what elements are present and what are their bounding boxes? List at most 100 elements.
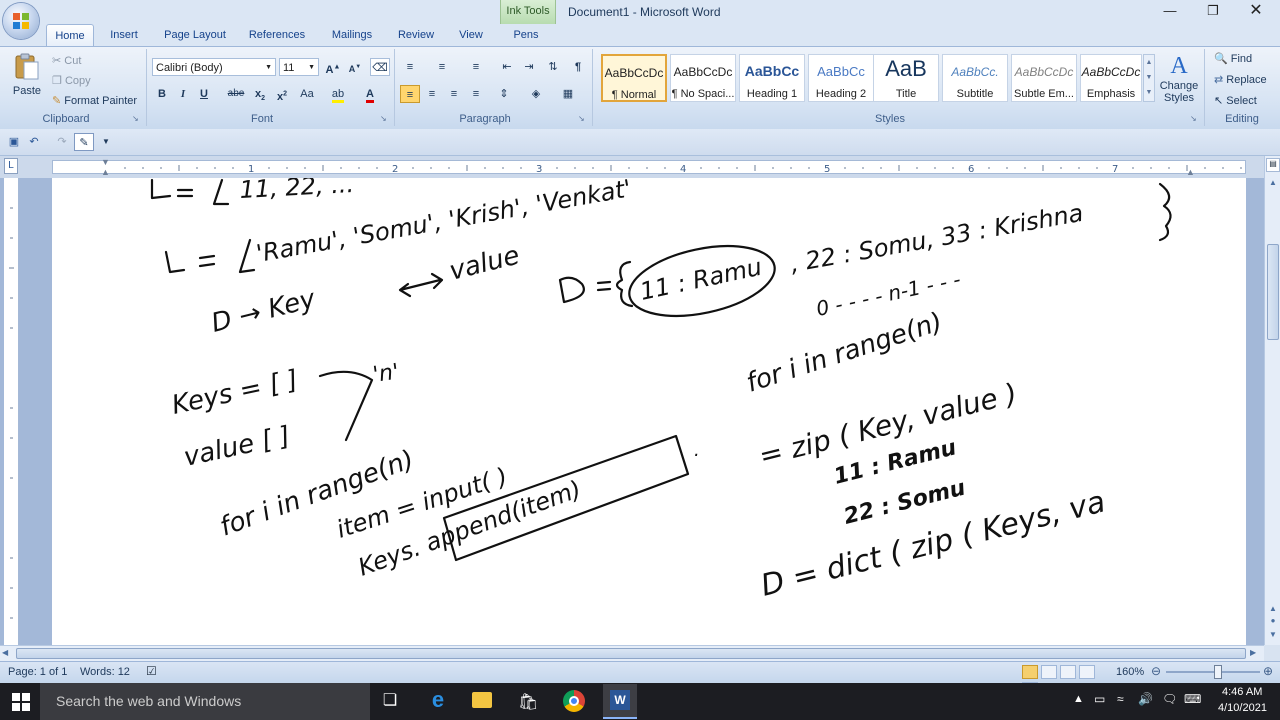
scroll-left-icon[interactable]: ◀: [2, 648, 14, 660]
multilevel-list-button[interactable]: ≡: [466, 58, 486, 76]
zoom-slider-thumb[interactable]: [1214, 665, 1222, 679]
strikethrough-button[interactable]: abe: [226, 85, 246, 103]
cut-button[interactable]: ✂ Cut: [52, 54, 81, 67]
tab-review[interactable]: Review: [392, 24, 440, 46]
style-heading-2[interactable]: AaBbCc Heading 2: [808, 54, 874, 102]
file-explorer-icon[interactable]: [472, 692, 492, 708]
format-painter-button[interactable]: ✎ Format Painter: [52, 94, 137, 107]
clear-formatting-button[interactable]: ⌫: [370, 58, 390, 76]
tab-page-layout[interactable]: Page Layout: [160, 24, 230, 46]
scroll-right-icon[interactable]: ▶: [1250, 648, 1262, 660]
style-subtitle[interactable]: AaBbCc. Subtitle: [942, 54, 1008, 102]
wifi-icon[interactable]: ≈: [1117, 692, 1124, 706]
tab-selector[interactable]: L: [4, 158, 18, 174]
paragraph-dialog-launcher-icon[interactable]: ↘: [578, 114, 585, 123]
undo-button[interactable]: ↶: [24, 133, 44, 151]
edge-icon[interactable]: e: [427, 689, 449, 712]
find-button[interactable]: 🔍 Find: [1214, 52, 1252, 65]
scroll-up-icon[interactable]: ▲: [1266, 178, 1280, 190]
increase-indent-button[interactable]: ⇥: [519, 58, 539, 76]
superscript-button[interactable]: x2: [272, 85, 292, 103]
browse-object-icon[interactable]: ●: [1266, 616, 1280, 628]
right-indent-marker[interactable]: ▲: [1186, 167, 1195, 177]
vertical-scroll-thumb[interactable]: [1267, 244, 1279, 340]
style-no-spacing[interactable]: AaBbCcDc ¶ No Spaci...: [670, 54, 736, 102]
tab-references[interactable]: References: [245, 24, 309, 46]
zoom-level[interactable]: 160%: [1116, 666, 1144, 678]
style-heading-1[interactable]: AaBbCc Heading 1: [739, 54, 805, 102]
ink-tools-context-tab[interactable]: Ink Tools: [500, 0, 556, 24]
style-emphasis[interactable]: AaBbCcDc Emphasis: [1080, 54, 1142, 102]
ruler-toggle-icon[interactable]: ▤: [1266, 158, 1280, 172]
zoom-in-icon[interactable]: ⊕: [1263, 664, 1273, 678]
clipboard-dialog-launcher-icon[interactable]: ↘: [132, 114, 139, 123]
restore-button[interactable]: ❐: [1193, 0, 1233, 22]
subscript-button[interactable]: x2: [250, 85, 270, 103]
font-size-combo[interactable]: 11 ▼: [279, 58, 319, 76]
paste-button[interactable]: Paste: [10, 52, 44, 110]
word-count[interactable]: Words: 12: [80, 666, 130, 678]
document-page[interactable]: 11, 22, ... 'Ramu', 'Somu', 'Krish', 'Ve…: [52, 170, 1246, 645]
taskbar-search-box[interactable]: Search the web and Windows: [40, 683, 370, 720]
decrease-indent-button[interactable]: ⇤: [497, 58, 517, 76]
change-case-button[interactable]: Aa: [297, 85, 317, 103]
volume-icon[interactable]: 🔊: [1138, 692, 1153, 706]
italic-button[interactable]: I: [173, 85, 193, 103]
battery-icon[interactable]: ▭: [1094, 692, 1105, 706]
bold-button[interactable]: B: [152, 85, 172, 103]
horizontal-scroll-thumb[interactable]: [16, 648, 1246, 659]
copy-button[interactable]: ❐ Copy: [52, 74, 91, 87]
replace-button[interactable]: ⇄ Replace: [1214, 73, 1267, 86]
show-hide-button[interactable]: ¶: [568, 58, 588, 76]
select-button[interactable]: ↖ Select: [1214, 94, 1257, 107]
ink-canvas[interactable]: 11, 22, ... 'Ramu', 'Somu', 'Krish', 'Ve…: [52, 170, 1246, 645]
clock-date[interactable]: 4/10/2021: [1218, 702, 1267, 714]
outline-icon[interactable]: [1079, 665, 1096, 679]
tab-insert[interactable]: Insert: [104, 24, 144, 46]
change-styles-button[interactable]: A Change Styles: [1158, 52, 1200, 110]
windows-start-icon[interactable]: [12, 693, 30, 711]
style-normal[interactable]: AaBbCcDc ¶ Normal: [601, 54, 667, 102]
numbering-button[interactable]: ≡: [432, 58, 452, 76]
align-right-button[interactable]: ≡: [444, 85, 464, 103]
font-color-button[interactable]: A: [360, 85, 380, 103]
styles-dialog-launcher-icon[interactable]: ↘: [1190, 114, 1197, 123]
style-subtle-emphasis[interactable]: AaBbCcDc Subtle Em...: [1011, 54, 1077, 102]
style-title[interactable]: AaB Title: [873, 54, 939, 102]
word-taskbar-button[interactable]: W: [603, 684, 637, 719]
store-icon[interactable]: 🛍: [518, 692, 538, 711]
left-indent-marker[interactable]: ▲: [101, 167, 110, 177]
clock-time[interactable]: 4:46 AM: [1222, 686, 1262, 698]
highlight-button[interactable]: ab: [328, 85, 348, 103]
prev-page-icon[interactable]: ▲: [1266, 604, 1280, 616]
first-line-indent-marker[interactable]: ▼: [101, 157, 110, 167]
zoom-out-icon[interactable]: ⊖: [1151, 664, 1161, 678]
tray-expand-icon[interactable]: ▲: [1073, 693, 1084, 705]
line-spacing-button[interactable]: ⇕: [494, 85, 514, 103]
tab-view[interactable]: View: [452, 24, 490, 46]
vertical-scrollbar[interactable]: ▤ ▲ ▲ ● ▼: [1264, 156, 1280, 645]
shrink-font-button[interactable]: A▼: [345, 58, 365, 76]
bullets-button[interactable]: ≡: [400, 58, 420, 76]
zoom-slider[interactable]: [1166, 671, 1260, 673]
horizontal-ruler[interactable]: 1 2 3 4 5 6 7: [52, 160, 1246, 175]
keyboard-icon[interactable]: ⌨: [1184, 692, 1201, 706]
draw-button[interactable]: ✎: [74, 133, 94, 151]
tab-home[interactable]: Home: [46, 24, 94, 47]
action-center-icon[interactable]: 🗨: [1162, 692, 1177, 706]
redo-button[interactable]: ↷: [52, 133, 72, 151]
proofing-icon[interactable]: ☑: [146, 664, 157, 678]
shading-button[interactable]: ◈: [526, 85, 546, 103]
tab-pens[interactable]: Pens: [508, 24, 544, 46]
minimize-button[interactable]: —: [1150, 0, 1190, 22]
font-dialog-launcher-icon[interactable]: ↘: [380, 114, 387, 123]
save-button[interactable]: ▣: [4, 133, 24, 151]
chrome-icon[interactable]: [563, 690, 585, 712]
full-screen-reading-icon[interactable]: [1041, 665, 1058, 679]
next-page-icon[interactable]: ▼: [1266, 630, 1280, 642]
web-layout-icon[interactable]: [1060, 665, 1077, 679]
underline-button[interactable]: U: [194, 85, 214, 103]
tab-mailings[interactable]: Mailings: [325, 24, 379, 46]
page-count[interactable]: Page: 1 of 1: [8, 666, 67, 678]
align-left-button[interactable]: ≡: [400, 85, 420, 103]
